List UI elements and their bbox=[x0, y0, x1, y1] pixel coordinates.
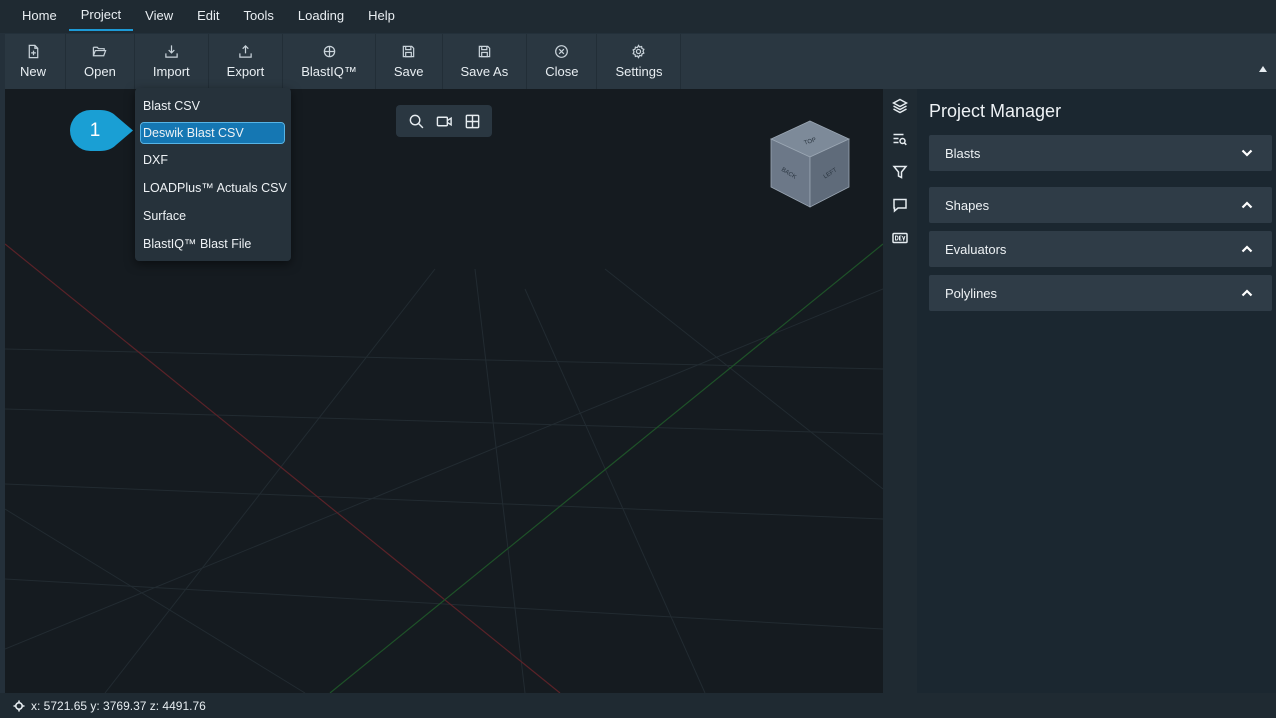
chevron-down-icon bbox=[1241, 149, 1253, 157]
close-label: Close bbox=[545, 64, 579, 79]
camera-icon[interactable] bbox=[436, 113, 453, 130]
section-label: Blasts bbox=[945, 145, 981, 161]
new-label: New bbox=[20, 64, 47, 79]
tab-filter[interactable] bbox=[883, 155, 917, 188]
blastiq-button[interactable]: BlastIQ™ bbox=[283, 34, 376, 89]
nav-cube[interactable]: TOP BACK LEFT bbox=[765, 119, 855, 209]
chevron-up-icon bbox=[1241, 289, 1253, 297]
section-polylines[interactable]: Polylines bbox=[929, 275, 1272, 311]
menu-home[interactable]: Home bbox=[10, 0, 69, 31]
close-button[interactable]: Close bbox=[527, 34, 598, 89]
search-icon[interactable] bbox=[408, 113, 425, 130]
crosshair-icon bbox=[13, 700, 25, 711]
project-manager-panel: Project Manager Blasts Shapes Evaluators… bbox=[917, 89, 1276, 693]
import-item-deswik-blast-csv[interactable]: Deswik Blast CSV bbox=[140, 122, 285, 144]
import-item-blastiq-blast-file[interactable]: BlastIQ™ Blast File bbox=[135, 230, 291, 258]
viewport-toolbar bbox=[396, 105, 492, 137]
tab-layers[interactable] bbox=[883, 89, 917, 122]
menu-help[interactable]: Help bbox=[356, 0, 407, 31]
open-label: Open bbox=[84, 64, 116, 79]
dev-icon bbox=[892, 232, 908, 243]
filter-icon bbox=[892, 165, 908, 179]
section-label: Polylines bbox=[945, 285, 998, 301]
section-label: Shapes bbox=[945, 197, 990, 213]
export-button[interactable]: Export bbox=[209, 34, 284, 89]
save-as-button[interactable]: Save As bbox=[443, 34, 528, 89]
status-bar: x: 5721.65 y: 3769.37 z: 4491.76 bbox=[0, 693, 1276, 718]
grid-view-icon[interactable] bbox=[464, 113, 481, 130]
import-item-dxf[interactable]: DXF bbox=[135, 146, 291, 174]
settings-label: Settings bbox=[615, 64, 663, 79]
export-icon bbox=[239, 45, 252, 58]
chevron-up-icon bbox=[1241, 201, 1253, 209]
save-as-label: Save As bbox=[460, 64, 509, 79]
save-label: Save bbox=[393, 64, 424, 79]
tab-comments[interactable] bbox=[883, 188, 917, 221]
cursor-coordinates: x: 5721.65 y: 3769.37 z: 4491.76 bbox=[31, 698, 206, 713]
import-item-surface[interactable]: Surface bbox=[135, 202, 291, 230]
section-label: Evaluators bbox=[945, 241, 1007, 257]
new-file-icon bbox=[28, 44, 38, 59]
import-item-loadplus-actuals-csv[interactable]: LOADPlus™ Actuals CSV bbox=[135, 174, 291, 202]
menu-view[interactable]: View bbox=[133, 0, 185, 31]
close-circle-icon bbox=[555, 45, 569, 58]
export-label: Export bbox=[226, 64, 265, 79]
menu-edit[interactable]: Edit bbox=[185, 0, 231, 31]
menu-project[interactable]: Project bbox=[68, 0, 134, 31]
save-as-icon bbox=[478, 45, 491, 58]
section-blasts[interactable]: Blasts bbox=[929, 135, 1272, 171]
blastiq-label: BlastIQ™ bbox=[301, 64, 357, 79]
import-button[interactable]: Import bbox=[135, 34, 209, 89]
ribbon-toolbar: New Open Import Export BlastIQ™ Save Sav… bbox=[0, 33, 1276, 89]
search-list-icon bbox=[893, 133, 907, 145]
new-button[interactable]: New bbox=[0, 34, 67, 89]
tab-search-list[interactable] bbox=[883, 122, 917, 155]
step-number: 1 bbox=[89, 119, 101, 141]
collapse-ribbon-icon[interactable] bbox=[1259, 66, 1267, 72]
import-dropdown-menu: Blast CSV Deswik Blast CSV DXF LOADPlus™… bbox=[135, 88, 291, 261]
menu-bar: Home Project View Edit Tools Loading Hel… bbox=[0, 0, 1276, 33]
section-evaluators[interactable]: Evaluators bbox=[929, 231, 1272, 267]
save-button[interactable]: Save bbox=[376, 34, 443, 89]
layers-icon bbox=[892, 98, 908, 113]
menu-tools[interactable]: Tools bbox=[232, 0, 286, 31]
panel-title: Project Manager bbox=[929, 101, 1062, 121]
app-window: Home Project View Edit Tools Loading Hel… bbox=[0, 0, 1276, 718]
comment-icon bbox=[893, 198, 907, 213]
tab-dev[interactable] bbox=[883, 221, 917, 254]
side-panel-tabs bbox=[883, 89, 917, 693]
blastiq-icon bbox=[323, 45, 335, 58]
settings-button[interactable]: Settings bbox=[597, 34, 682, 89]
chevron-up-icon bbox=[1241, 245, 1253, 253]
import-label: Import bbox=[152, 64, 190, 79]
gear-icon bbox=[632, 44, 646, 59]
import-icon bbox=[165, 45, 178, 58]
open-button[interactable]: Open bbox=[66, 34, 135, 89]
step-callout-badge: 1 bbox=[70, 110, 134, 151]
section-shapes[interactable]: Shapes bbox=[929, 187, 1272, 223]
y-axis-line bbox=[329, 243, 883, 693]
save-icon bbox=[402, 45, 415, 58]
x-axis-line bbox=[5, 243, 561, 693]
menu-loading[interactable]: Loading bbox=[286, 0, 356, 31]
import-item-blast-csv[interactable]: Blast CSV bbox=[135, 92, 291, 120]
folder-open-icon bbox=[93, 46, 107, 57]
